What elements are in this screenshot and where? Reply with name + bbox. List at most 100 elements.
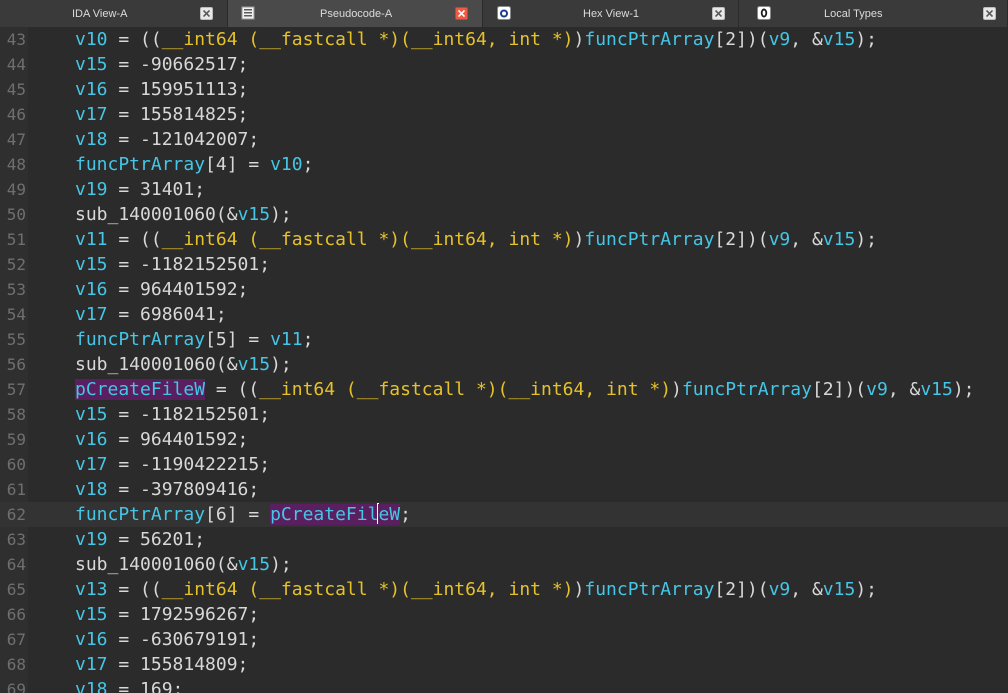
code-text[interactable]: v17 = 6986041;	[75, 302, 227, 327]
identifier[interactable]: funcPtrArray	[584, 229, 714, 250]
code-line[interactable]: 55 funcPtrArray[5] = v11;	[0, 327, 1008, 352]
identifier[interactable]: funcPtrArray	[75, 504, 205, 525]
tab-local-types[interactable]: Local Types	[739, 0, 1008, 27]
code-text[interactable]: v17 = 155814825;	[75, 102, 248, 127]
code-text[interactable]: v16 = -630679191;	[75, 627, 259, 652]
code-text[interactable]: v10 = ((__int64 (__fastcall *)(__int64, …	[75, 27, 877, 52]
identifier[interactable]: v16	[75, 429, 108, 450]
code-text[interactable]: v17 = 155814809;	[75, 652, 248, 677]
code-line[interactable]: 51 v11 = ((__int64 (__fastcall *)(__int64…	[0, 227, 1008, 252]
close-tab-icon[interactable]	[455, 7, 468, 20]
code-text[interactable]: v16 = 159951113;	[75, 77, 248, 102]
code-text[interactable]: v13 = ((__int64 (__fastcall *)(__int64, …	[75, 577, 877, 602]
code-text[interactable]: v19 = 56201;	[75, 527, 205, 552]
code-line[interactable]: 56 sub_140001060(&v15);	[0, 352, 1008, 377]
identifier[interactable]: v9	[866, 379, 888, 400]
identifier[interactable]: v16	[75, 629, 108, 650]
identifier[interactable]: v15	[823, 579, 856, 600]
code-line[interactable]: 59 v16 = 964401592;	[0, 427, 1008, 452]
identifier[interactable]: v9	[769, 579, 791, 600]
code-text[interactable]: v16 = 964401592;	[75, 277, 248, 302]
identifier[interactable]: v15	[75, 54, 108, 75]
code-text[interactable]: v15 = 1792596267;	[75, 602, 259, 627]
code-text[interactable]: funcPtrArray[6] = pCreateFileW;	[75, 502, 411, 527]
code-line[interactable]: 49 v19 = 31401;	[0, 177, 1008, 202]
code-line[interactable]: 45 v16 = 159951113;	[0, 77, 1008, 102]
identifier[interactable]: v15	[823, 229, 856, 250]
identifier[interactable]: v11	[270, 329, 303, 350]
identifier[interactable]: v18	[75, 679, 108, 693]
identifier[interactable]: v17	[75, 454, 108, 475]
code-text[interactable]: v15 = -1182152501;	[75, 252, 270, 277]
code-text[interactable]: sub_140001060(&v15);	[75, 202, 292, 227]
identifier[interactable]: v15	[920, 379, 953, 400]
identifier[interactable]: v17	[75, 104, 108, 125]
identifier[interactable]: funcPtrArray	[75, 154, 205, 175]
code-line[interactable]: 58 v15 = -1182152501;	[0, 402, 1008, 427]
code-text[interactable]: v15 = -1182152501;	[75, 402, 270, 427]
code-text[interactable]: sub_140001060(&v15);	[75, 552, 292, 577]
identifier[interactable]: v15	[823, 29, 856, 50]
code-line[interactable]: 69 v18 = 169;	[0, 677, 1008, 693]
tab-hex-view-1[interactable]: Hex View-1	[483, 0, 739, 27]
identifier[interactable]: v9	[769, 29, 791, 50]
close-tab-icon[interactable]	[712, 7, 725, 20]
identifier[interactable]: v13	[75, 579, 108, 600]
code-line[interactable]: 65 v13 = ((__int64 (__fastcall *)(__int64…	[0, 577, 1008, 602]
code-line[interactable]: 57 pCreateFileW = ((__int64 (__fastcall *…	[0, 377, 1008, 402]
code-line[interactable]: 52 v15 = -1182152501;	[0, 252, 1008, 277]
code-text[interactable]: v18 = -397809416;	[75, 477, 259, 502]
code-line[interactable]: 64 sub_140001060(&v15);	[0, 552, 1008, 577]
code-line[interactable]: 63 v19 = 56201;	[0, 527, 1008, 552]
code-text[interactable]: v18 = -121042007;	[75, 127, 259, 152]
code-line[interactable]: 66 v15 = 1792596267;	[0, 602, 1008, 627]
code-line[interactable]: 54 v17 = 6986041;	[0, 302, 1008, 327]
identifier[interactable]: v19	[75, 179, 108, 200]
code-text[interactable]: funcPtrArray[4] = v10;	[75, 152, 313, 177]
identifier[interactable]: funcPtrArray	[682, 379, 812, 400]
code-text[interactable]: sub_140001060(&v15);	[75, 352, 292, 377]
identifier[interactable]: funcPtrArray	[584, 29, 714, 50]
identifier[interactable]: v16	[75, 279, 108, 300]
code-text[interactable]: pCreateFileW = ((__int64 (__fastcall *)(…	[75, 377, 975, 402]
identifier[interactable]: v19	[75, 529, 108, 550]
code-line[interactable]: 67 v16 = -630679191;	[0, 627, 1008, 652]
code-line[interactable]: 43 v10 = ((__int64 (__fastcall *)(__int64…	[0, 27, 1008, 52]
code-text[interactable]: v17 = -1190422215;	[75, 452, 270, 477]
identifier[interactable]: v16	[75, 79, 108, 100]
highlighted-identifier[interactable]: pCreateFileW	[75, 379, 206, 400]
identifier[interactable]: v11	[75, 229, 108, 250]
highlighted-identifier[interactable]: eW	[378, 504, 401, 525]
identifier[interactable]: v15	[75, 404, 108, 425]
pseudocode-editor[interactable]: 43 v10 = ((__int64 (__fastcall *)(__int64…	[0, 27, 1008, 693]
close-tab-icon[interactable]	[983, 7, 996, 20]
identifier[interactable]: v10	[75, 29, 108, 50]
code-line[interactable]: 48 funcPtrArray[4] = v10;	[0, 152, 1008, 177]
code-line[interactable]: 60 v17 = -1190422215;	[0, 452, 1008, 477]
identifier[interactable]: v18	[75, 479, 108, 500]
identifier[interactable]: funcPtrArray	[75, 329, 205, 350]
code-line[interactable]: 44 v15 = -90662517;	[0, 52, 1008, 77]
code-line[interactable]: 53 v16 = 964401592;	[0, 277, 1008, 302]
identifier[interactable]: v17	[75, 654, 108, 675]
code-line[interactable]: 62 funcPtrArray[6] = pCreateFileW;	[0, 502, 1008, 527]
identifier[interactable]: v18	[75, 129, 108, 150]
code-text[interactable]: v18 = 169;	[75, 677, 183, 693]
code-text[interactable]: v19 = 31401;	[75, 177, 205, 202]
tab-ida-view-a[interactable]: IDA View-A	[0, 0, 228, 27]
code-text[interactable]: funcPtrArray[5] = v11;	[75, 327, 313, 352]
identifier[interactable]: v15	[75, 604, 108, 625]
tab-pseudocode-a[interactable]: Pseudocode-A	[228, 0, 483, 27]
identifier[interactable]: v15	[238, 354, 271, 375]
code-line[interactable]: 61 v18 = -397809416;	[0, 477, 1008, 502]
code-text[interactable]: v16 = 964401592;	[75, 427, 248, 452]
code-line[interactable]: 50 sub_140001060(&v15);	[0, 202, 1008, 227]
code-line[interactable]: 47 v18 = -121042007;	[0, 127, 1008, 152]
code-line[interactable]: 46 v17 = 155814825;	[0, 102, 1008, 127]
identifier[interactable]: v9	[769, 229, 791, 250]
close-tab-icon[interactable]	[200, 7, 213, 20]
identifier[interactable]: v15	[75, 254, 108, 275]
identifier[interactable]: v15	[238, 204, 271, 225]
identifier[interactable]: v15	[238, 554, 271, 575]
code-text[interactable]: v11 = ((__int64 (__fastcall *)(__int64, …	[75, 227, 877, 252]
